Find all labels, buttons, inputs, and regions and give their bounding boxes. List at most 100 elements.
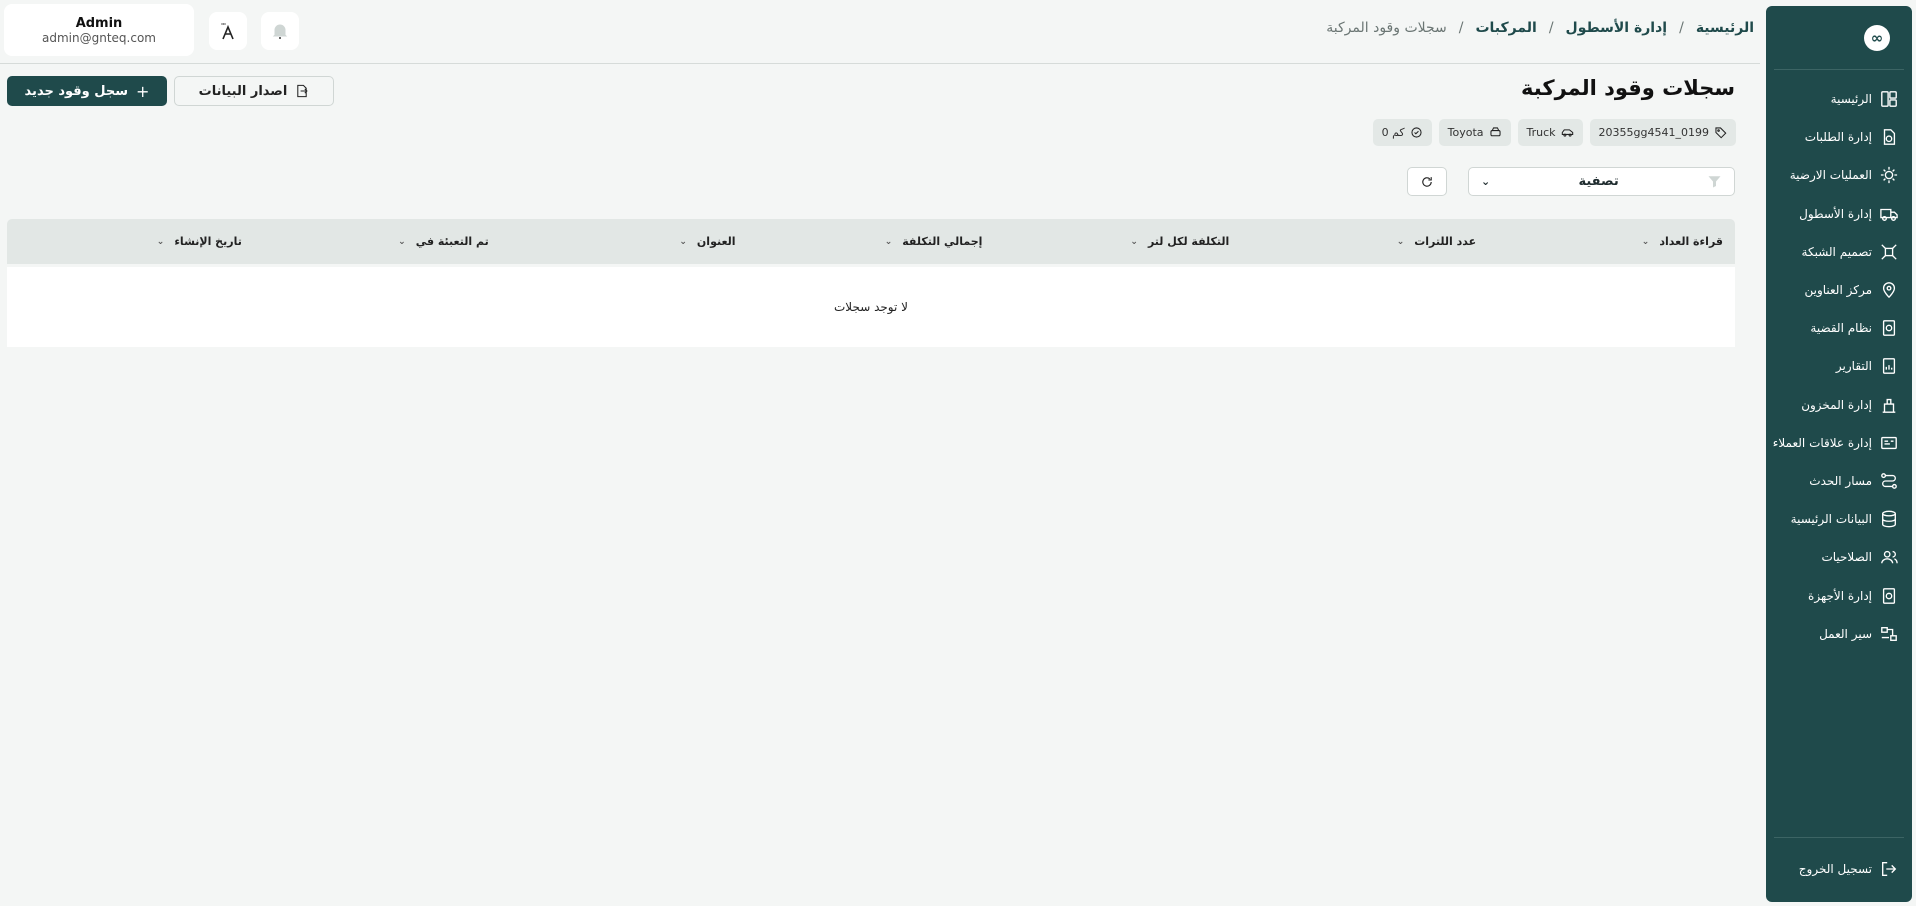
vehicle-type-chip: Truck — [1517, 119, 1583, 146]
refresh-icon — [1422, 176, 1432, 187]
fuel-records-table: قراءة العداد ⌄ عدد اللترات ⌄ التكلفة لكل ل… — [7, 219, 1735, 347]
breadcrumb-separator: / — [1548, 20, 1554, 36]
sidebar-item-workflow[interactable]: سير العمل — [1766, 615, 1912, 653]
column-label: تاريخ الإنشاء — [174, 235, 242, 248]
vehicle-info-chips: 20355gg4541_0199 Truck Toyota 0 كم — [1372, 119, 1736, 146]
column-created-at[interactable]: تاريخ الإنشاء ⌄ — [7, 235, 254, 248]
column-label: عدد اللترات — [1414, 235, 1477, 248]
sidebar-item-label: مركز العناوين — [1804, 283, 1872, 298]
breadcrumb-separator: / — [1679, 20, 1684, 36]
inventory-icon — [1880, 396, 1898, 414]
sidebar-item-fleet[interactable]: إدارة الأسطول — [1766, 195, 1912, 233]
sidebar-menu: الرئيسية إدارة الطلبات العمليات الارضية … — [1766, 80, 1912, 653]
sidebar-logo: ∞ — [1774, 6, 1904, 70]
chevron-down-icon: ⌄ — [156, 236, 165, 247]
truck-icon — [1880, 205, 1898, 223]
plate-number: 20355gg4541_0199 — [1598, 126, 1709, 139]
column-label: إجمالي التكلفة — [902, 235, 983, 248]
gauge-icon — [1411, 127, 1422, 138]
filter-label: تصفية — [1578, 174, 1619, 189]
new-fuel-record-button[interactable]: + سجل وقود جديد — [7, 76, 167, 106]
column-odometer[interactable]: قراءة العداد ⌄ — [1488, 235, 1735, 248]
chevron-down-icon: ⌄ — [1396, 236, 1405, 247]
sidebar-item-crm[interactable]: إدارة علاقات العملاء — [1766, 424, 1912, 462]
user-profile[interactable]: Admin admin@gnteq.com — [4, 4, 194, 56]
chevron-down-icon: ⌄ — [398, 236, 406, 247]
tag-icon — [1715, 127, 1727, 139]
chevron-down-icon: ⌄ — [1130, 236, 1138, 247]
empty-message: لا توجد سجلات — [834, 300, 908, 314]
network-icon — [1880, 243, 1898, 261]
column-liters[interactable]: عدد اللترات ⌄ — [1241, 235, 1488, 248]
device-icon — [1880, 587, 1898, 605]
sidebar-item-label: نظام القضية — [1810, 321, 1872, 336]
funnel-icon — [1708, 176, 1721, 188]
export-data-label: اصدار البيانات — [198, 83, 288, 99]
logout-button[interactable]: تسجيل الخروج — [1774, 850, 1904, 888]
language-button[interactable] — [209, 12, 247, 50]
sidebar-item-ground-ops[interactable]: العمليات الارضية — [1766, 156, 1912, 194]
vehicle-brand: Toyota — [1447, 126, 1484, 139]
location-icon — [1880, 281, 1898, 299]
logout-icon — [1880, 860, 1898, 878]
sidebar-item-label: إدارة الأسطول — [1799, 206, 1872, 221]
event-path-icon — [1880, 472, 1898, 490]
sidebar-item-reports[interactable]: التقارير — [1766, 347, 1912, 385]
sidebar-item-dashboard[interactable]: الرئيسية — [1766, 80, 1912, 118]
export-data-button[interactable]: اصدار البيانات — [174, 76, 334, 106]
users-icon — [1880, 548, 1898, 566]
breadcrumb-fleet[interactable]: إدارة الأسطول — [1566, 20, 1668, 36]
breadcrumb: الرئيسية / إدارة الأسطول / المركبات / سج… — [1326, 20, 1754, 36]
chevron-down-icon: ⌄ — [679, 236, 687, 247]
car-icon — [1561, 129, 1573, 137]
user-name: Admin — [75, 15, 123, 31]
sidebar-item-label: العمليات الارضية — [1789, 168, 1872, 183]
page-title: سجلات وقود المركبة — [1521, 76, 1735, 100]
sidebar-item-master-data[interactable]: البيانات الرئيسية — [1766, 500, 1912, 538]
column-address[interactable]: العنوان ⌄ — [501, 235, 748, 248]
chevron-down-icon: ⌄ — [1641, 236, 1650, 247]
sidebar-item-inventory[interactable]: إدارة المخزون — [1766, 386, 1912, 424]
sidebar-item-label: إدارة علاقات العملاء — [1772, 435, 1872, 450]
sidebar-item-devices[interactable]: إدارة الأجهزة — [1766, 576, 1912, 614]
plus-icon: + — [136, 81, 150, 101]
table-empty-state: لا توجد سجلات — [7, 267, 1735, 347]
column-filled-at[interactable]: تم التعبئة في ⌄ — [254, 235, 501, 248]
logo-icon[interactable]: ∞ — [1864, 24, 1890, 51]
sidebar-item-addresses[interactable]: مركز العناوين — [1766, 271, 1912, 309]
chevron-down-icon: ⌄ — [884, 236, 893, 247]
sidebar: ∞ الرئيسية إدارة الطلبات العمليات الارضي… — [1766, 6, 1912, 902]
sidebar-item-label: مسار الحدث — [1809, 473, 1872, 488]
orders-icon — [1880, 128, 1898, 146]
column-cost-per-liter[interactable]: التكلفة لكل لتر ⌄ — [994, 235, 1241, 248]
database-icon — [1880, 510, 1898, 528]
vehicle-front-icon — [1489, 127, 1501, 137]
sidebar-item-cases[interactable]: نظام القضية — [1766, 309, 1912, 347]
plate-chip: 20355gg4541_0199 — [1589, 119, 1736, 146]
user-email: admin@gnteq.com — [42, 30, 156, 45]
breadcrumb-home[interactable]: الرئيسية — [1696, 20, 1754, 36]
sidebar-item-permissions[interactable]: الصلاحيات — [1766, 538, 1912, 576]
notifications-button[interactable] — [261, 12, 299, 50]
sidebar-item-orders[interactable]: إدارة الطلبات — [1766, 118, 1912, 156]
report-icon — [1880, 357, 1898, 375]
sidebar-item-event-path[interactable]: مسار الحدث — [1766, 462, 1912, 500]
sidebar-item-network[interactable]: تصميم الشبكة — [1766, 233, 1912, 271]
bell-icon — [272, 24, 288, 39]
chevron-down-icon: ⌄ — [1481, 175, 1491, 188]
sidebar-footer: تسجيل الخروج — [1774, 836, 1904, 902]
sidebar-item-label: الصلاحيات — [1821, 550, 1872, 565]
sidebar-item-label: البيانات الرئيسية — [1790, 512, 1872, 527]
sidebar-item-label: التقارير — [1835, 359, 1872, 374]
column-label: العنوان — [696, 235, 736, 248]
filter-dropdown[interactable]: ⌄ تصفية — [1468, 167, 1735, 196]
breadcrumb-vehicles[interactable]: المركبات — [1475, 20, 1536, 36]
logout-label: تسجيل الخروج — [1798, 861, 1872, 876]
column-total-cost[interactable]: إجمالي التكلفة ⌄ — [748, 235, 995, 248]
sidebar-item-label: إدارة الطلبات — [1804, 130, 1872, 145]
sidebar-item-label: سير العمل — [1819, 626, 1872, 641]
table-header: قراءة العداد ⌄ عدد اللترات ⌄ التكلفة لكل ل… — [7, 219, 1735, 264]
new-fuel-record-label: سجل وقود جديد — [24, 83, 129, 99]
refresh-button[interactable] — [1407, 167, 1447, 196]
column-label: قراءة العداد — [1659, 235, 1723, 248]
